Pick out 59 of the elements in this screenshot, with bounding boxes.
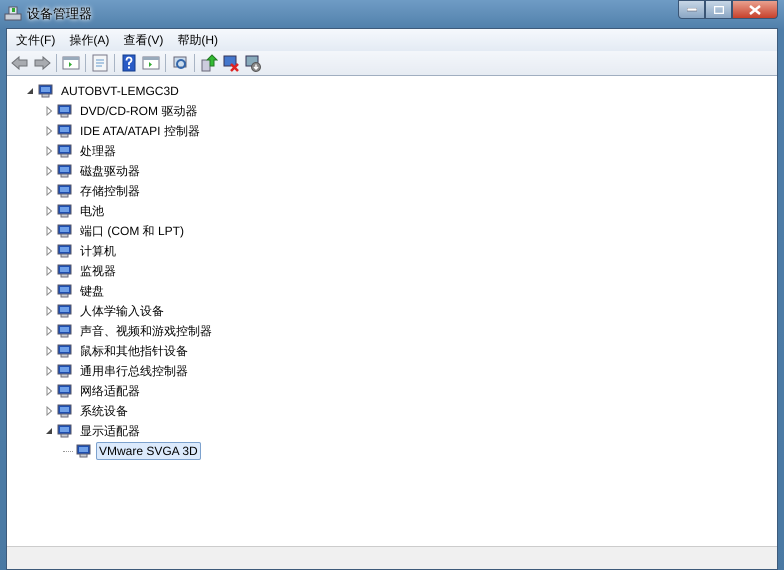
device-icon <box>56 163 74 179</box>
tree-item[interactable]: 系统设备 <box>77 400 131 422</box>
back-arrow-icon <box>11 54 29 72</box>
tree-item[interactable]: 人体学输入设备 <box>77 300 167 322</box>
help-icon <box>120 54 138 72</box>
computer-icon <box>4 6 22 22</box>
maximize-button[interactable] <box>705 0 732 19</box>
device-icon <box>56 403 74 419</box>
menu-item[interactable]: 文件(F) <box>9 32 62 48</box>
panel-icon <box>142 54 160 72</box>
device-icon <box>56 143 74 159</box>
device-icon <box>56 103 74 119</box>
window-title: 设备管理器 <box>27 5 92 23</box>
properties-icon <box>91 54 109 72</box>
menu-item[interactable]: 帮助(H) <box>170 32 225 48</box>
device-icon <box>56 303 74 319</box>
minimize-icon <box>686 8 696 12</box>
device-icon <box>37 83 55 99</box>
device-icon <box>56 363 74 379</box>
tree-item[interactable]: 磁盘驱动器 <box>77 160 143 182</box>
device-icon <box>56 423 74 439</box>
tree-item[interactable]: 鼠标和其他指针设备 <box>77 340 191 362</box>
tree-item[interactable]: VMware SVGA 3D <box>96 442 201 460</box>
close-icon <box>749 4 761 14</box>
device-icon <box>56 323 74 339</box>
tree-item[interactable]: 计算机 <box>77 240 119 262</box>
panel-icon <box>62 54 80 72</box>
tree-item[interactable]: 声音、视频和游戏控制器 <box>77 320 215 342</box>
expander-icon[interactable] <box>25 86 35 96</box>
tree-item[interactable]: 显示适配器 <box>77 420 143 442</box>
device-icon <box>56 243 74 259</box>
maximize-icon <box>714 6 724 14</box>
close-button[interactable] <box>732 0 778 19</box>
tree-item[interactable]: 网络适配器 <box>77 380 143 402</box>
device-icon <box>75 443 93 459</box>
forward-arrow-icon <box>33 54 51 72</box>
device-icon <box>56 383 74 399</box>
scan-icon <box>171 54 189 72</box>
tree-item[interactable]: 电池 <box>77 200 107 222</box>
device-icon <box>56 123 74 139</box>
device-icon <box>56 283 74 299</box>
menu-item[interactable]: 查看(V) <box>116 32 170 48</box>
tree-item[interactable]: 存储控制器 <box>77 180 143 202</box>
device-icon <box>56 203 74 219</box>
tree-item[interactable]: 端口 (COM 和 LPT) <box>77 220 187 242</box>
tree-item[interactable]: 监视器 <box>77 260 119 282</box>
device-icon <box>56 183 74 199</box>
tree-item[interactable]: AUTOBVT-LEMGC3D <box>58 82 182 100</box>
tree-item[interactable]: DVD/CD-ROM 驱动器 <box>77 100 200 122</box>
expander-icon[interactable] <box>44 426 54 436</box>
minimize-button[interactable] <box>678 0 705 19</box>
device-icon <box>56 223 74 239</box>
tree-item[interactable]: IDE ATA/ATAPI 控制器 <box>77 120 203 142</box>
tree-item[interactable]: 通用串行总线控制器 <box>77 360 191 382</box>
device-icon <box>56 263 74 279</box>
device-icon <box>56 343 74 359</box>
tree-item[interactable]: 处理器 <box>77 140 119 162</box>
menu-item[interactable]: 操作(A) <box>62 32 116 48</box>
tree-item[interactable]: 键盘 <box>77 280 107 302</box>
